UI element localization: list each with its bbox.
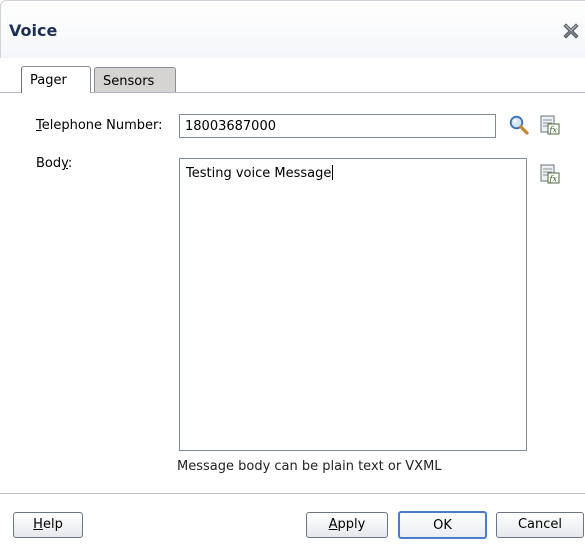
- dialog-title: Voice: [9, 21, 58, 40]
- telephone-number-label: Telephone Number:: [36, 118, 163, 133]
- tab-pager-label: Pager: [30, 73, 67, 88]
- tab-pager[interactable]: Pager: [21, 66, 91, 93]
- voice-dialog: Voice Pager Sensors Telephone Number: 18…: [0, 0, 585, 546]
- search-icon[interactable]: [508, 114, 530, 136]
- telephone-number-value: 18003687000: [185, 119, 276, 134]
- ok-button[interactable]: OK: [398, 511, 487, 539]
- help-button[interactable]: Help: [13, 512, 83, 538]
- apply-button[interactable]: Apply: [306, 512, 388, 538]
- tab-sensors-label: Sensors: [103, 74, 155, 89]
- text-caret: [332, 165, 334, 180]
- expression-builder-icon[interactable]: fx: [539, 114, 561, 136]
- body-value: Testing voice Message: [186, 166, 332, 181]
- tab-strip: Pager Sensors: [0, 66, 585, 94]
- expression-builder-icon[interactable]: fx: [539, 163, 561, 185]
- telephone-number-input[interactable]: 18003687000: [179, 114, 496, 138]
- title-bar: Voice: [0, 0, 585, 58]
- body-hint-text: Message body can be plain text or VXML: [177, 459, 442, 474]
- body-label: Body:: [36, 156, 73, 171]
- cancel-button[interactable]: Cancel: [496, 512, 584, 538]
- svg-text:fx: fx: [549, 126, 558, 135]
- svg-text:fx: fx: [549, 175, 558, 184]
- close-icon[interactable]: [561, 21, 581, 41]
- body-textarea[interactable]: Testing voice Message: [179, 158, 527, 451]
- tab-sensors[interactable]: Sensors: [94, 67, 176, 92]
